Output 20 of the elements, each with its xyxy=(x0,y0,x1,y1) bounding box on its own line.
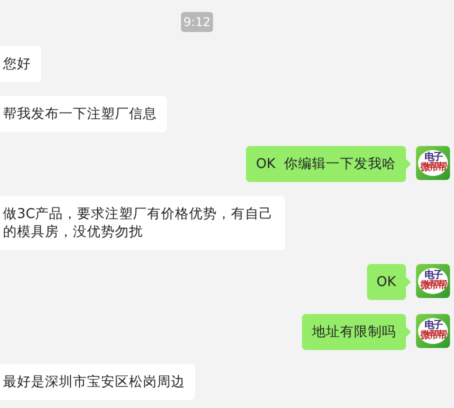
bubble-tail xyxy=(406,327,411,337)
message-bubble: 帮我发布一下注塑厂信息 xyxy=(0,96,167,132)
message-bubble: 您好 xyxy=(0,46,41,82)
avatar-text: 微帮帮 xyxy=(420,281,446,291)
message-bubble: OK 你编辑一下发我哈 xyxy=(246,146,406,182)
avatar[interactable]: 电子 微帮帮 xyxy=(416,146,450,180)
avatar-text: 电子 xyxy=(424,321,442,331)
timestamp: 9:12 xyxy=(180,12,214,32)
bubble-tail xyxy=(406,159,411,169)
message-bubble: 最好是深圳市宝安区松岗周边 xyxy=(0,364,195,400)
avatar-text: 微帮帮 xyxy=(420,163,446,173)
bubble-tail xyxy=(406,277,411,287)
avatar[interactable]: 电子 微帮帮 xyxy=(416,314,450,348)
avatar-text: 电子 xyxy=(424,153,442,163)
message-bubble: 地址有限制吗 xyxy=(302,314,406,350)
message-bubble: OK xyxy=(366,264,406,300)
avatar-text: 微帮帮 xyxy=(420,331,446,341)
avatar-text: 电子 xyxy=(424,271,442,281)
message-bubble: 做3C产品，要求注塑厂有价格优势，有自己的模具房，没优势勿扰 xyxy=(0,196,285,250)
avatar[interactable]: 电子 微帮帮 xyxy=(416,264,450,298)
